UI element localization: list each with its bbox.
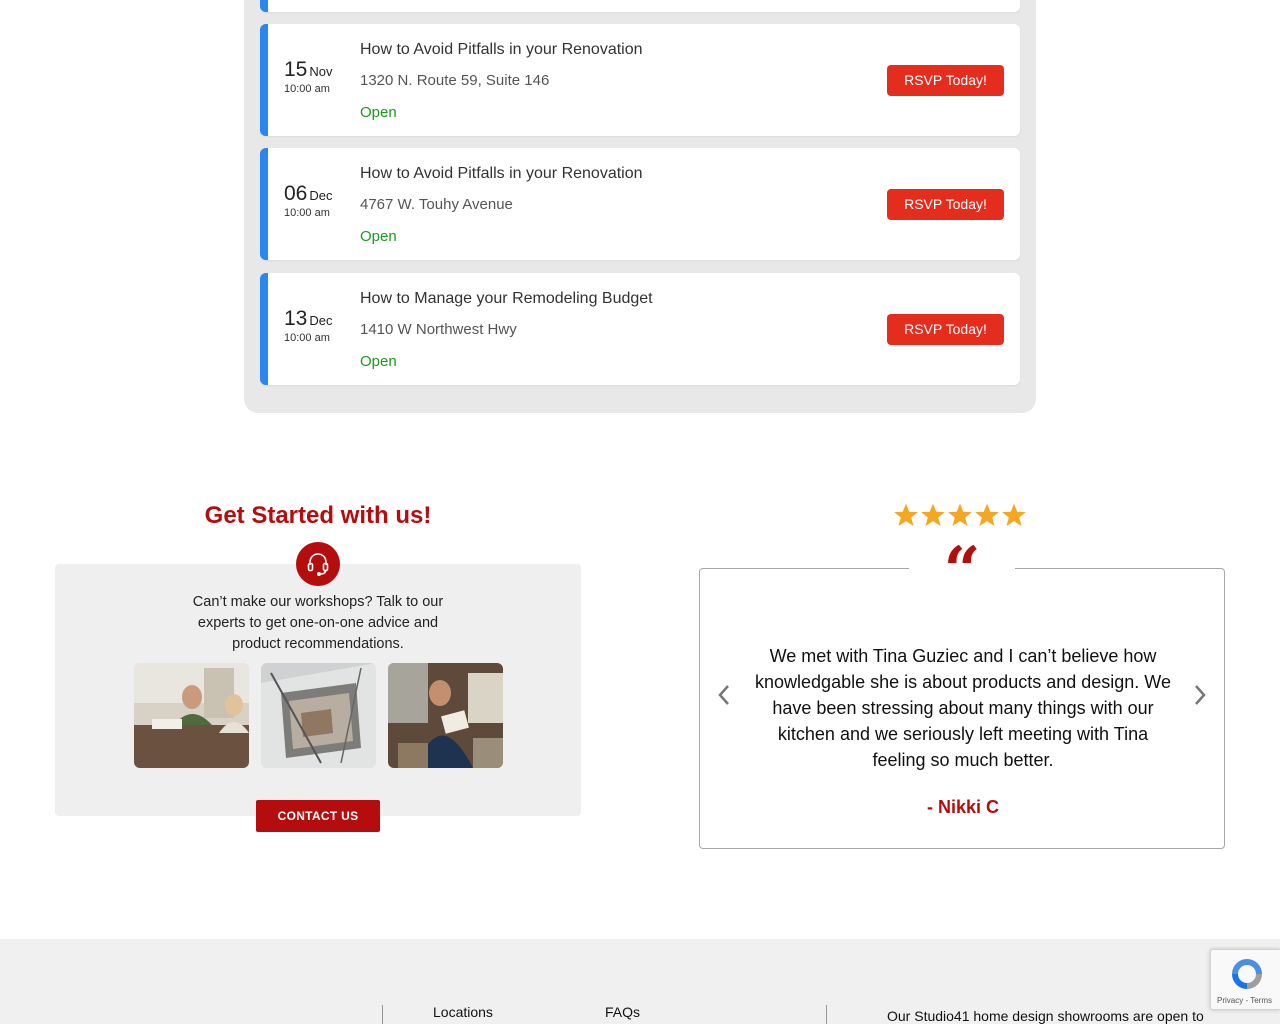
get-started-title: Get Started with us! <box>204 502 432 529</box>
star-icon <box>975 503 999 527</box>
event-title: How to Avoid Pitfalls in your Renovation <box>360 41 643 58</box>
consultation-photo <box>134 663 249 768</box>
footer: Locations FAQs Our Studio41 home design … <box>0 939 1280 1024</box>
event-card: 06 Dec 10:00 am How to Avoid Pitfalls in … <box>260 148 1020 260</box>
event-month: Nov <box>309 64 333 79</box>
event-address: 1410 W Northwest Hwy <box>360 321 517 338</box>
event-day: 15 <box>284 58 308 81</box>
star-rating <box>893 502 1029 528</box>
rsvp-button[interactable]: RSVP Today! <box>887 189 1004 220</box>
get-started-text: Can’t make our workshops? Talk to our ex… <box>192 594 444 652</box>
event-address: 1320 N. Route 59, Suite 146 <box>360 72 550 89</box>
footer-showroom-text: Our Studio41 home design showrooms are o… <box>887 1008 1204 1024</box>
recaptcha-icon <box>1232 959 1262 989</box>
event-title: How to Manage your Remodeling Budget <box>360 290 653 307</box>
star-icon <box>948 503 972 527</box>
testimonial-author: - Nikki C <box>926 797 1000 817</box>
event-day: 13 <box>284 307 308 330</box>
recaptcha-privacy-link[interactable]: Privacy <box>1217 996 1243 1005</box>
footer-divider <box>382 1005 383 1024</box>
event-title: How to Avoid Pitfalls in your Renovation <box>360 165 643 182</box>
event-card-partial <box>260 0 1020 12</box>
event-date: 06 Dec 10:00 am <box>284 182 354 219</box>
testimonial-text: We met with Tina Guziec and I can’t beli… <box>755 646 1171 770</box>
blueprint-photo <box>261 663 376 768</box>
samples-photo <box>388 663 503 768</box>
star-icon <box>921 503 945 527</box>
recaptcha-terms-link[interactable]: Terms <box>1250 996 1272 1005</box>
headset-icon <box>296 542 340 586</box>
recaptcha-badge[interactable]: Privacy - Terms <box>1210 949 1280 1010</box>
chevron-left-icon[interactable] <box>714 683 734 707</box>
event-card: 15 Nov 10:00 am How to Avoid Pitfalls in … <box>260 24 1020 136</box>
event-address: 4767 W. Touhy Avenue <box>360 196 513 213</box>
star-icon <box>894 503 918 527</box>
event-time: 10:00 am <box>284 207 330 219</box>
events-panel: 15 Nov 10:00 am How to Avoid Pitfalls in … <box>244 0 1036 413</box>
rsvp-button[interactable]: RSVP Today! <box>887 314 1004 345</box>
event-card: 13 Dec 10:00 am How to Manage your Remode… <box>260 273 1020 385</box>
recaptcha-links: Privacy - Terms <box>1217 996 1272 1005</box>
get-started-box: Can’t make our workshops? Talk to our ex… <box>55 564 581 816</box>
quote-icon: “ <box>943 533 981 608</box>
contact-us-button[interactable]: CONTACT US <box>256 800 380 832</box>
event-time: 10:00 am <box>284 83 330 95</box>
event-date: 15 Nov 10:00 am <box>284 58 354 95</box>
event-month: Dec <box>309 313 333 328</box>
testimonial-box: We met with Tina Guziec and I can’t beli… <box>699 568 1225 849</box>
footer-link-locations[interactable]: Locations <box>433 1004 493 1020</box>
event-status: Open <box>360 228 397 245</box>
event-date: 13 Dec 10:00 am <box>284 307 354 344</box>
chevron-right-icon[interactable] <box>1190 683 1210 707</box>
event-status: Open <box>360 104 397 121</box>
rsvp-button[interactable]: RSVP Today! <box>887 65 1004 96</box>
event-status: Open <box>360 353 397 370</box>
event-time: 10:00 am <box>284 332 330 344</box>
footer-link-faqs[interactable]: FAQs <box>605 1004 640 1020</box>
footer-divider <box>826 1005 827 1024</box>
star-icon <box>1002 503 1026 527</box>
event-month: Dec <box>309 188 333 203</box>
event-day: 06 <box>284 182 308 205</box>
